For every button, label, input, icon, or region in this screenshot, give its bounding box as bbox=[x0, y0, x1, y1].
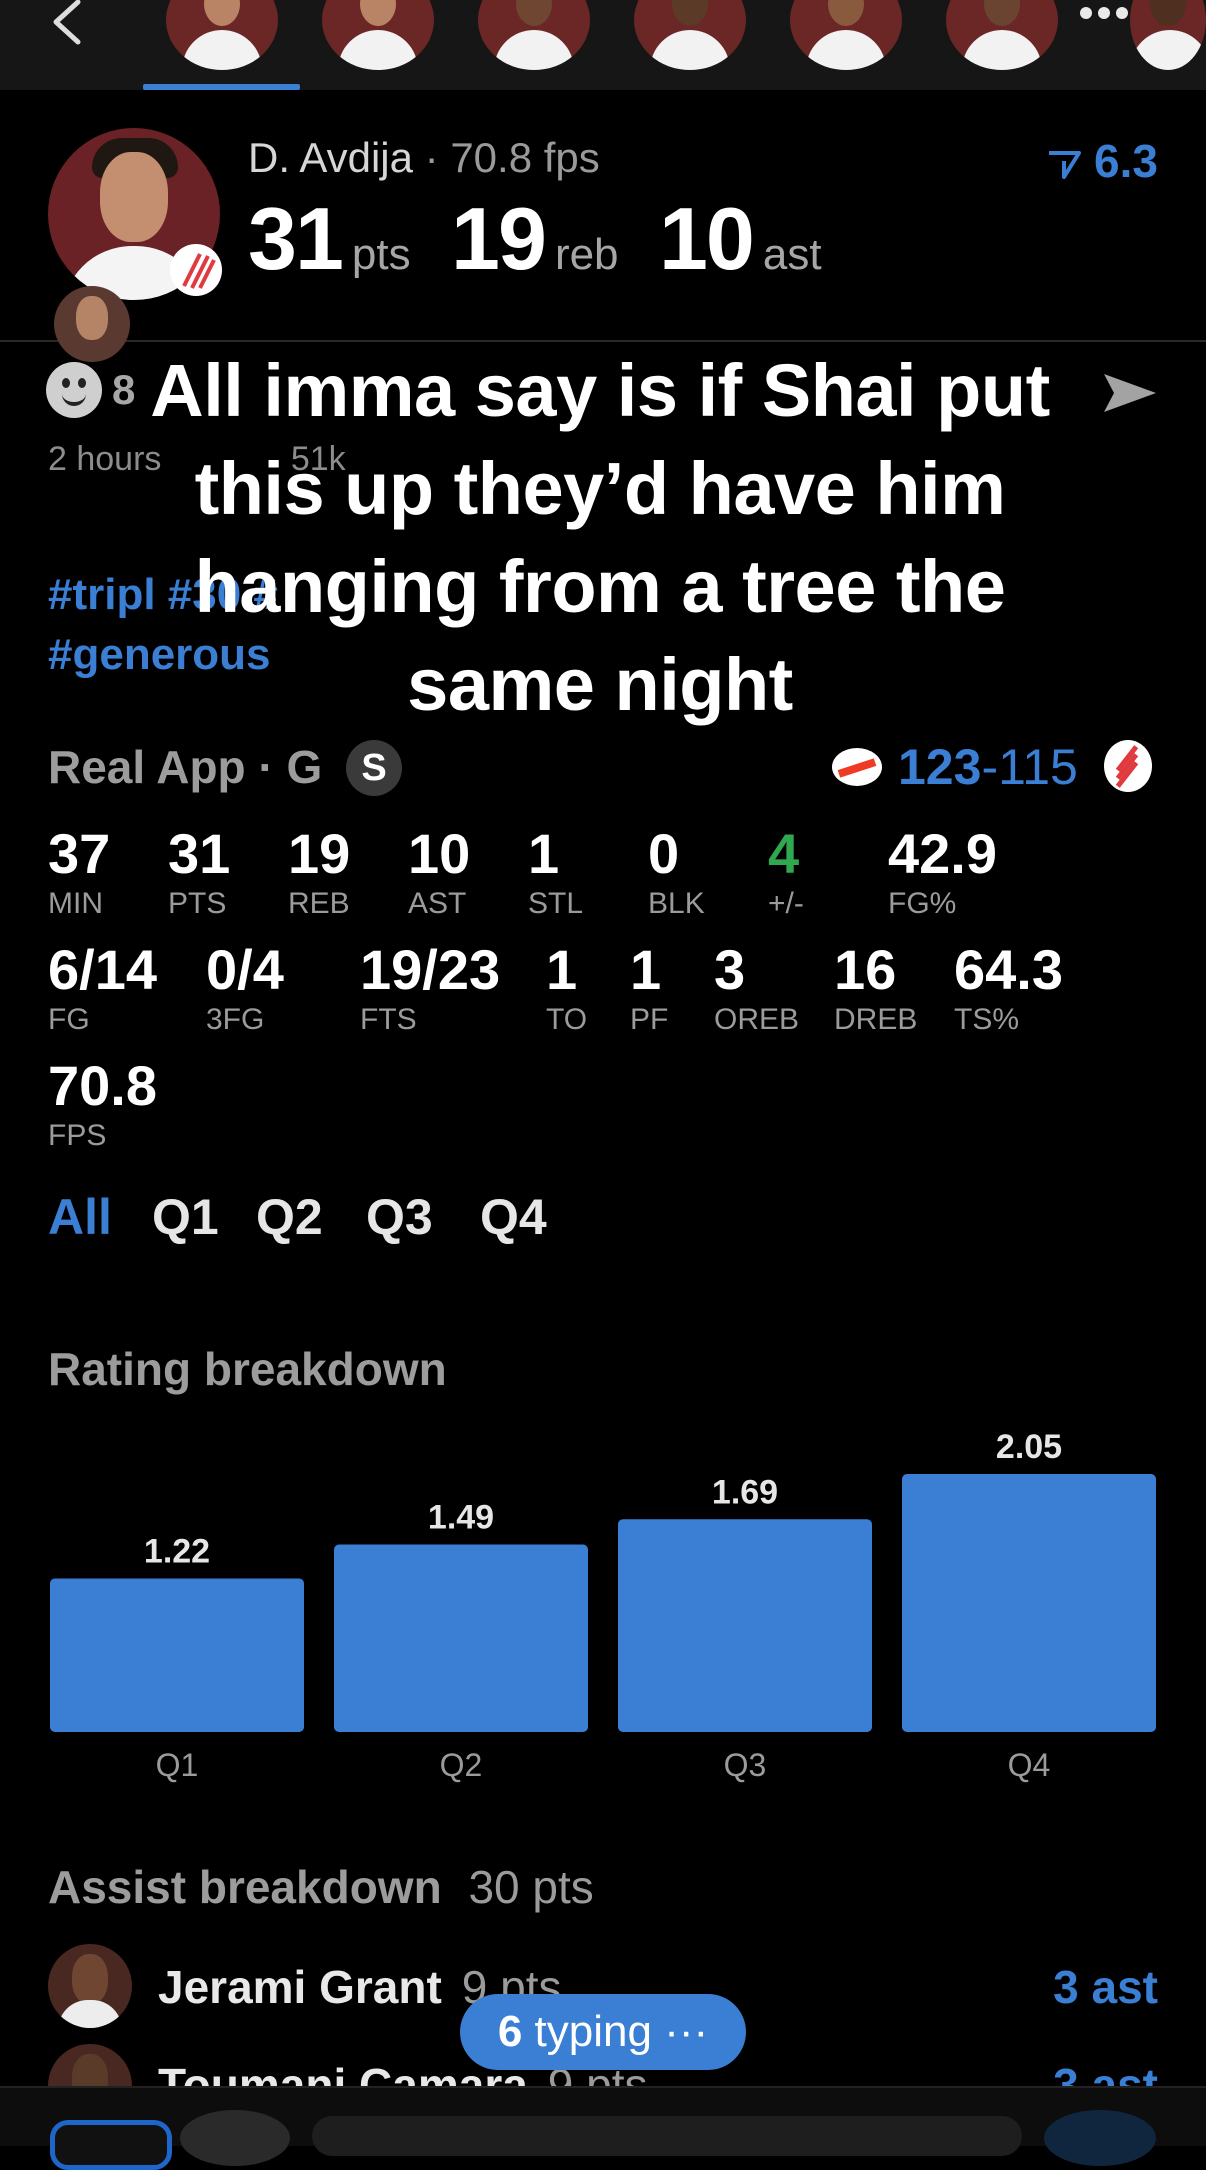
stat-fg: 6/14 FG bbox=[48, 938, 157, 1037]
tab-q4[interactable]: Q4 bbox=[480, 1188, 547, 1246]
back-chevron-icon[interactable] bbox=[48, 0, 88, 48]
bar-category-label: Q1 bbox=[156, 1747, 199, 1783]
assist-player-name: Toumani Camara bbox=[158, 2059, 528, 2086]
player-fps: · 70.8 fps bbox=[424, 134, 600, 181]
stat-reb: 19 REB bbox=[288, 822, 351, 921]
bottom-tab-home[interactable] bbox=[50, 2120, 172, 2170]
stat-reb-unit: reb bbox=[554, 230, 619, 279]
assist-count: 3 ast bbox=[1053, 2059, 1158, 2086]
assist-avatar bbox=[48, 1944, 132, 2028]
stat-oreb: 3 OREB bbox=[714, 938, 800, 1037]
player-strip bbox=[0, 0, 1206, 90]
stat-pts-unit: pts bbox=[351, 230, 411, 279]
stat-fps: 70.8 FPS bbox=[48, 1054, 157, 1153]
stat-3fg: 0/4 3FG bbox=[206, 938, 284, 1037]
player-tab-4[interactable] bbox=[634, 0, 746, 70]
bar-q1[interactable] bbox=[50, 1578, 304, 1732]
bar-value-label: 1.22 bbox=[144, 1532, 210, 1570]
score-away: 115 bbox=[998, 739, 1078, 795]
tab-q3[interactable]: Q3 bbox=[366, 1188, 433, 1246]
bar-q2[interactable] bbox=[334, 1544, 588, 1732]
tab-q1[interactable]: Q1 bbox=[152, 1188, 219, 1246]
player-name: D. Avdija bbox=[248, 134, 413, 181]
player-tab-6[interactable] bbox=[946, 0, 1058, 70]
assist-count: 3 ast bbox=[1053, 1961, 1158, 2013]
send-icon[interactable] bbox=[1102, 370, 1158, 416]
blazers-logo-small-icon bbox=[1104, 740, 1152, 792]
assist-breakdown-title: Assist breakdown 30 pts bbox=[48, 1860, 594, 1914]
blazers-logo-icon bbox=[170, 244, 222, 296]
score-home: 123 bbox=[898, 739, 982, 795]
tab-q2[interactable]: Q2 bbox=[256, 1188, 323, 1246]
score-separator: - bbox=[981, 739, 999, 795]
bar-q3[interactable] bbox=[618, 1519, 872, 1732]
typing-count: 6 bbox=[497, 2007, 523, 2056]
player-tab-5[interactable] bbox=[790, 0, 902, 70]
player-rating: 6.3 bbox=[1047, 134, 1158, 188]
bar-category-label: Q4 bbox=[1008, 1747, 1051, 1783]
assist-breakdown-label: Assist breakdown bbox=[48, 1861, 442, 1913]
bar-value-label: 1.49 bbox=[428, 1498, 494, 1536]
tab-all[interactable]: All bbox=[48, 1188, 112, 1246]
bottom-bar bbox=[0, 2086, 1206, 2170]
rating-arrow-icon bbox=[1049, 151, 1082, 179]
typing-indicator[interactable]: 6 typing ··· bbox=[460, 1994, 746, 2070]
stat-pts-value: 31 bbox=[248, 189, 344, 288]
stat-ast-value: 10 bbox=[658, 189, 755, 288]
stat-blk: 0 BLK bbox=[648, 822, 705, 921]
typing-label: typing bbox=[534, 2007, 652, 2056]
rating-value: 6.3 bbox=[1094, 135, 1158, 187]
stat-pf: 1 PF bbox=[630, 938, 669, 1037]
bar-value-label: 1.69 bbox=[712, 1473, 778, 1511]
stat-pts: 31 PTS bbox=[168, 822, 231, 921]
assist-avatar bbox=[48, 2044, 132, 2086]
rating-breakdown-chart: 1.22 Q1 1.49 Q2 1.69 Q3 2.05 Q4 bbox=[50, 1428, 1156, 1783]
message-input[interactable] bbox=[312, 2116, 1022, 2156]
bar-category-label: Q2 bbox=[440, 1747, 483, 1783]
bar-q4[interactable] bbox=[902, 1474, 1156, 1732]
player-name-line[interactable]: D. Avdija · 70.8 fps bbox=[248, 134, 600, 182]
stat-plus-minus: 4 +/- bbox=[768, 822, 804, 921]
stat-min: 37 MIN bbox=[48, 822, 111, 921]
assist-player-name: Jerami Grant bbox=[158, 1961, 442, 2013]
caption-overlay: All imma say is if Shai put this up they… bbox=[150, 349, 1050, 726]
active-tab-indicator bbox=[143, 84, 300, 90]
bar-category-label: Q3 bbox=[724, 1747, 767, 1783]
bottom-avatar[interactable] bbox=[180, 2110, 290, 2166]
stat-ast: 10 AST bbox=[408, 822, 471, 921]
stat-ast-unit: ast bbox=[762, 230, 822, 279]
stat-fts: 19/23 FTS bbox=[360, 938, 501, 1037]
game-source: Real App · G bbox=[48, 741, 323, 793]
thunder-logo-icon bbox=[832, 748, 882, 786]
assist-breakdown-total: 30 pts bbox=[468, 1861, 594, 1913]
player-tab-3[interactable] bbox=[478, 0, 590, 70]
status-badge: S bbox=[346, 740, 402, 796]
stat-ts-pct: 64.3 TS% bbox=[954, 938, 1063, 1037]
rating-breakdown-title: Rating breakdown bbox=[48, 1343, 447, 1395]
more-options-icon[interactable] bbox=[1080, 6, 1142, 36]
game-score[interactable]: 123-115 bbox=[898, 738, 1078, 796]
stat-dreb: 16 DREB bbox=[834, 938, 918, 1037]
headline-stats: 31 pts 19 reb 10 ast bbox=[248, 188, 858, 290]
stat-to: 1 TO bbox=[546, 938, 588, 1037]
stat-fg-pct: 42.9 FG% bbox=[888, 822, 997, 921]
player-tab-avdija[interactable] bbox=[166, 0, 278, 70]
stat-stl: 1 STL bbox=[528, 822, 584, 921]
typing-dots: ··· bbox=[664, 2007, 709, 2056]
player-tab-2[interactable] bbox=[322, 0, 434, 70]
stat-reb-value: 19 bbox=[451, 189, 547, 288]
bottom-action-button[interactable] bbox=[1044, 2110, 1156, 2166]
bar-value-label: 2.05 bbox=[996, 1428, 1062, 1466]
